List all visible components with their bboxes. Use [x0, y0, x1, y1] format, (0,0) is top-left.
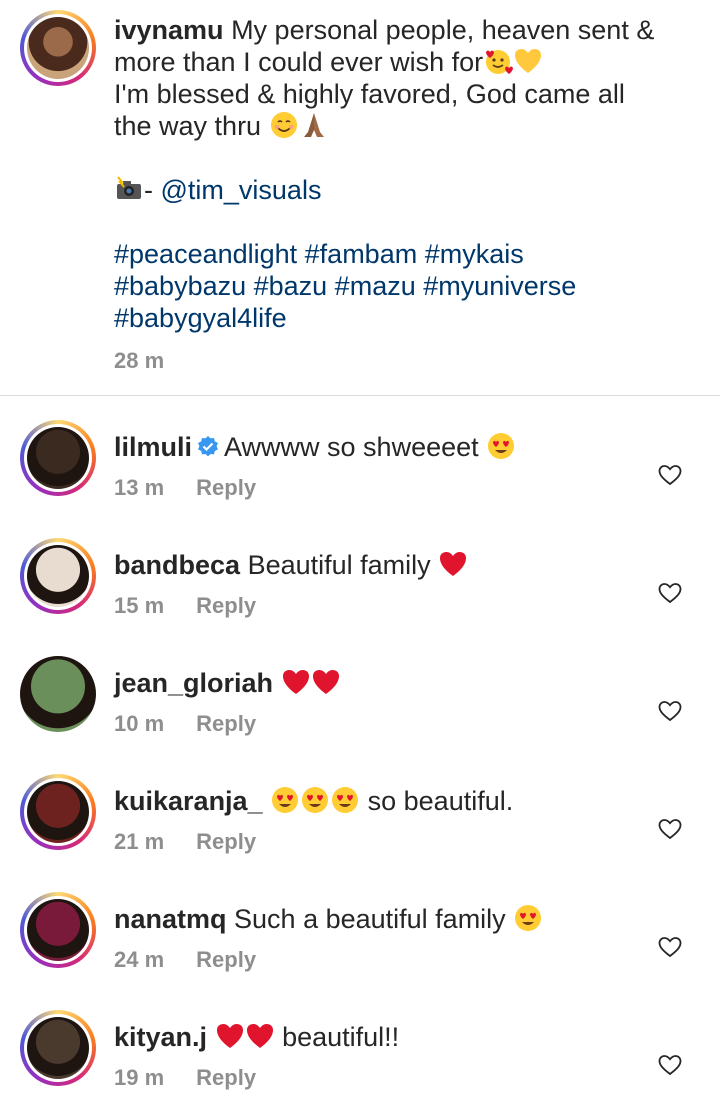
- comment-text: lilmuli Awwww so shweeeet: [114, 430, 516, 464]
- yellow-heart-icon: [513, 47, 543, 77]
- comment-item: lilmuli Awwww so shweeeet 13 m Reply: [0, 420, 720, 538]
- commenter-username[interactable]: nanatmq: [114, 904, 227, 934]
- comment-timestamp: 19 m: [114, 1065, 165, 1090]
- like-heart-icon[interactable]: [658, 582, 682, 604]
- comment-body: Beautiful family: [247, 550, 439, 580]
- heart-eyes-emoji-icon: [330, 786, 360, 816]
- comment-meta: 21 m Reply: [114, 829, 256, 855]
- commenter-avatar[interactable]: [20, 420, 96, 496]
- red-heart-emoji-icon: [311, 668, 341, 698]
- comment-timestamp: 15 m: [114, 593, 165, 618]
- commenter-avatar[interactable]: [20, 538, 96, 614]
- reply-button[interactable]: Reply: [196, 947, 256, 972]
- comment-timestamp: 24 m: [114, 947, 165, 972]
- caption-timestamp: 28 m: [114, 348, 165, 373]
- like-heart-icon[interactable]: [658, 700, 682, 722]
- heart-eyes-emoji-icon: [270, 786, 300, 816]
- comment-timestamp: 21 m: [114, 829, 165, 854]
- comment-meta: 10 m Reply: [114, 711, 256, 737]
- comment-item: kityan.j beautiful!! 19 m Reply: [0, 1010, 720, 1120]
- author-username[interactable]: ivynamu: [114, 15, 224, 45]
- red-heart-emoji-icon: [245, 1022, 275, 1052]
- comment-text: bandbeca Beautiful family: [114, 548, 468, 582]
- smiling-face-icon: [269, 111, 299, 141]
- caption-line-4: the way thru: [114, 111, 262, 141]
- comment-body: so beautiful.: [367, 786, 514, 816]
- reply-button[interactable]: Reply: [196, 475, 256, 500]
- like-heart-icon[interactable]: [658, 818, 682, 840]
- caption-line-3: I'm blessed & highly favored, God came a…: [114, 79, 625, 109]
- heart-eyes-emoji-icon: [486, 432, 516, 462]
- comment-meta: 13 m Reply: [114, 475, 256, 501]
- red-heart-emoji-icon: [215, 1022, 245, 1052]
- hashtag-line-2[interactable]: #babybazu #bazu #mazu #myuniverse: [114, 270, 674, 302]
- comment-text: kityan.j beautiful!!: [114, 1020, 399, 1054]
- reply-button[interactable]: Reply: [196, 593, 256, 618]
- like-heart-icon[interactable]: [658, 464, 682, 486]
- red-heart-emoji-icon: [438, 550, 468, 580]
- folded-hands-icon: [299, 111, 329, 141]
- comment-item: kuikaranja_ so beautiful. 21 m Reply: [0, 774, 720, 892]
- comments-screen: ivynamu My personal people, heaven sent …: [0, 0, 720, 1120]
- comment-timestamp: 10 m: [114, 711, 165, 736]
- comment-text: nanatmq Such a beautiful family: [114, 902, 543, 936]
- like-heart-icon[interactable]: [658, 936, 682, 958]
- commenter-avatar[interactable]: [20, 774, 96, 850]
- comment-item: jean_gloriah 10 m Reply: [0, 656, 720, 774]
- comment-item: nanatmq Such a beautiful family 24 m Repl…: [0, 892, 720, 1010]
- comment-meta: 15 m Reply: [114, 593, 256, 619]
- comment-meta: 19 m Reply: [114, 1065, 256, 1091]
- hashtag-line-1[interactable]: #peaceandlight #fambam #mykais: [114, 238, 674, 270]
- comment-text: kuikaranja_ so beautiful.: [114, 784, 513, 818]
- commenter-username[interactable]: kityan.j: [114, 1022, 207, 1052]
- hashtag-line-3[interactable]: #babygyal4life: [114, 302, 674, 334]
- commenter-username[interactable]: kuikaranja_: [114, 786, 263, 816]
- photographer-mention-link[interactable]: @tim_visuals: [161, 175, 322, 205]
- comment-text: jean_gloriah: [114, 666, 341, 700]
- comment-body: Such a beautiful family: [234, 904, 514, 934]
- credit-prefix: -: [144, 175, 161, 205]
- red-heart-emoji-icon: [281, 668, 311, 698]
- commenter-username[interactable]: bandbeca: [114, 550, 240, 580]
- comment-body: Awwww so shweeeet: [224, 432, 487, 462]
- smiling-face-with-hearts-icon: [483, 47, 514, 77]
- comment-body: beautiful!!: [282, 1022, 400, 1052]
- caption-text: ivynamu My personal people, heaven sent …: [114, 14, 674, 334]
- author-avatar[interactable]: [20, 10, 96, 86]
- comment-meta: 24 m Reply: [114, 947, 256, 973]
- verified-badge-icon: [192, 432, 224, 462]
- caption-line-2: more than I could ever wish for: [114, 47, 484, 77]
- commenter-avatar[interactable]: [20, 892, 96, 968]
- reply-button[interactable]: Reply: [196, 829, 256, 854]
- commenter-avatar[interactable]: [20, 1010, 96, 1086]
- comment-timestamp: 13 m: [114, 475, 165, 500]
- commenter-username[interactable]: jean_gloriah: [114, 668, 273, 698]
- like-heart-icon[interactable]: [658, 1054, 682, 1076]
- reply-button[interactable]: Reply: [196, 1065, 256, 1090]
- heart-eyes-emoji-icon: [300, 786, 330, 816]
- caption-line-1: My personal people, heaven sent &: [231, 15, 655, 45]
- commenter-username[interactable]: lilmuli: [114, 432, 192, 462]
- comment-item: bandbeca Beautiful family 15 m Reply: [0, 538, 720, 656]
- heart-eyes-emoji-icon: [513, 904, 543, 934]
- camera-with-flash-icon: [114, 175, 144, 205]
- commenter-avatar[interactable]: [20, 656, 96, 732]
- post-caption: ivynamu My personal people, heaven sent …: [0, 0, 720, 396]
- reply-button[interactable]: Reply: [196, 711, 256, 736]
